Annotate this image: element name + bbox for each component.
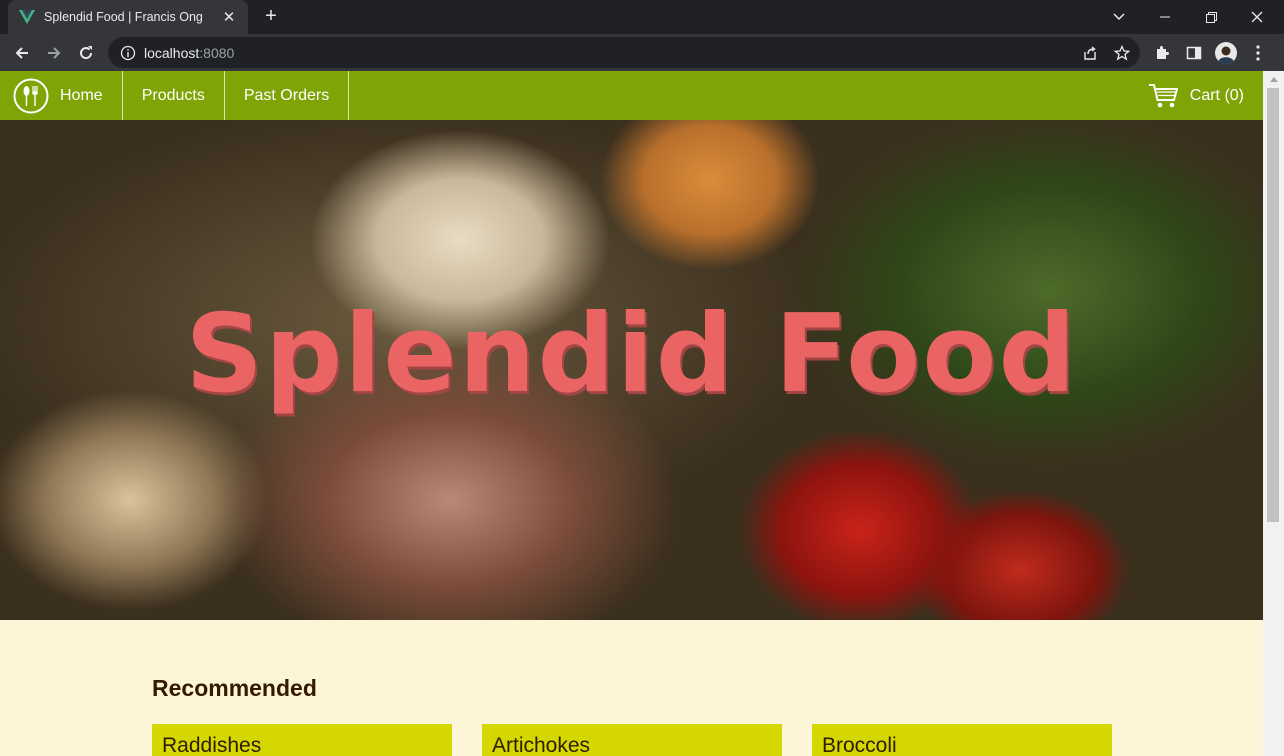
product-name: Broccoli — [822, 734, 897, 756]
share-icon[interactable] — [1080, 43, 1100, 63]
site-navbar: Home Products Past Orders Cart (0) — [0, 71, 1263, 120]
tab-title: Splendid Food | Francis Ong — [44, 10, 203, 24]
site-info-icon[interactable] — [120, 45, 136, 61]
address-bar[interactable]: localhost:8080 — [108, 37, 1140, 68]
restore-icon[interactable] — [1188, 0, 1234, 34]
browser-toolbar: localhost:8080 — [0, 34, 1284, 71]
cart-label: Cart (0) — [1189, 86, 1244, 104]
product-card[interactable]: Raddishes — [152, 724, 452, 756]
nav-products[interactable]: Products — [123, 71, 225, 120]
scrollbar-thumb[interactable] — [1267, 88, 1279, 522]
product-card[interactable]: Broccoli — [812, 724, 1112, 756]
browser-tabstrip: Splendid Food | Francis Ong ✕ + — [0, 0, 1284, 34]
recommended-heading: Recommended — [152, 675, 317, 701]
bookmark-star-icon[interactable] — [1112, 43, 1132, 63]
vue-logo-icon — [18, 8, 36, 26]
profile-avatar[interactable] — [1212, 39, 1240, 67]
cart-icon — [1148, 83, 1179, 109]
close-window-icon[interactable] — [1234, 0, 1280, 34]
product-name: Raddishes — [162, 734, 262, 756]
product-card[interactable]: Artichokes — [482, 724, 782, 756]
site-logo-icon[interactable] — [11, 71, 51, 120]
nav-past-orders[interactable]: Past Orders — [225, 71, 350, 120]
extensions-icon[interactable] — [1148, 39, 1176, 67]
cart-button[interactable]: Cart (0) — [1148, 71, 1244, 120]
tab-search-icon[interactable] — [1096, 0, 1142, 34]
new-tab-icon[interactable]: + — [260, 6, 282, 28]
close-tab-icon[interactable]: ✕ — [220, 8, 238, 26]
hero-banner: Splendid Food — [0, 120, 1263, 620]
page-scrollbar[interactable] — [1263, 71, 1284, 756]
url-host: localhost — [144, 44, 200, 61]
hero-title: Splendid Food — [185, 292, 1078, 417]
product-name: Artichokes — [492, 734, 591, 756]
side-panel-icon[interactable] — [1180, 39, 1208, 67]
browser-tab[interactable]: Splendid Food | Francis Ong ✕ — [8, 0, 248, 34]
scroll-up-icon[interactable] — [1263, 71, 1284, 87]
nav-home[interactable]: Home — [51, 71, 123, 120]
back-icon[interactable] — [8, 39, 36, 67]
url-port: :8080 — [199, 44, 235, 61]
minimize-icon[interactable] — [1142, 0, 1188, 34]
menu-kebab-icon[interactable] — [1244, 39, 1272, 67]
page-viewport: Home Products Past Orders Cart (0) Splen… — [0, 71, 1263, 756]
forward-icon[interactable] — [40, 39, 68, 67]
reload-icon[interactable] — [72, 39, 100, 67]
